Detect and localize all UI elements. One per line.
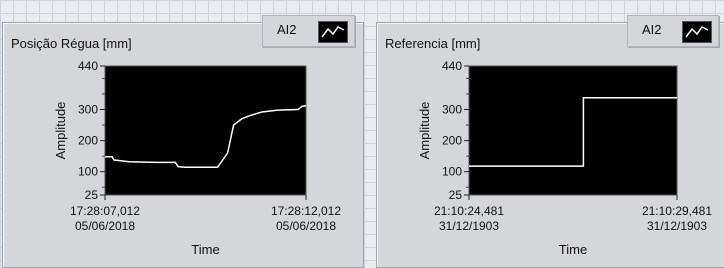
y-tick-label: 440: [442, 59, 462, 73]
x-axis-title: Time: [559, 242, 587, 257]
x-tick-label: 17:28:12,012: [271, 204, 341, 218]
plot-background: [104, 65, 307, 196]
y-tick-label: 440: [78, 59, 98, 73]
x-tick-label: 31/12/1903: [439, 219, 499, 233]
y-tick-label: 25: [449, 188, 463, 202]
y-tick-label: 100: [442, 165, 462, 179]
y-tick-label: 200: [442, 134, 462, 148]
x-tick-label: 31/12/1903: [647, 219, 707, 233]
y-axis-title: Amplitude: [417, 102, 432, 160]
waveform-chart-referencia: Referencia [mm] AI2 25 100 200 300 440 Amplit…: [376, 15, 724, 268]
x-tick-label: 05/06/2018: [276, 219, 336, 233]
y-tick-label: 200: [78, 134, 98, 148]
plot-area: 25100200300440Amplitude17:28:07,01205/06…: [53, 59, 341, 257]
x-tick-label: 21:10:29,481: [642, 204, 712, 218]
x-tick-label: 17:28:07,012: [70, 204, 140, 218]
plot-area: 25100200300440Amplitude21:10:24,48131/12…: [417, 59, 712, 257]
x-tick-label: 05/06/2018: [75, 219, 135, 233]
y-axis-title: Amplitude: [53, 102, 68, 160]
x-tick-label: 21:10:24,481: [434, 204, 504, 218]
y-tick-label: 25: [85, 188, 99, 202]
y-tick-label: 300: [442, 103, 462, 117]
y-tick-label: 300: [78, 103, 98, 117]
plot-background: [468, 65, 678, 196]
waveform-chart-posicao-regua: Posição Régua [mm] AI2 25 100 200 300 440 Amp…: [2, 15, 364, 268]
x-axis-title: Time: [191, 242, 219, 257]
y-tick-label: 100: [78, 165, 98, 179]
